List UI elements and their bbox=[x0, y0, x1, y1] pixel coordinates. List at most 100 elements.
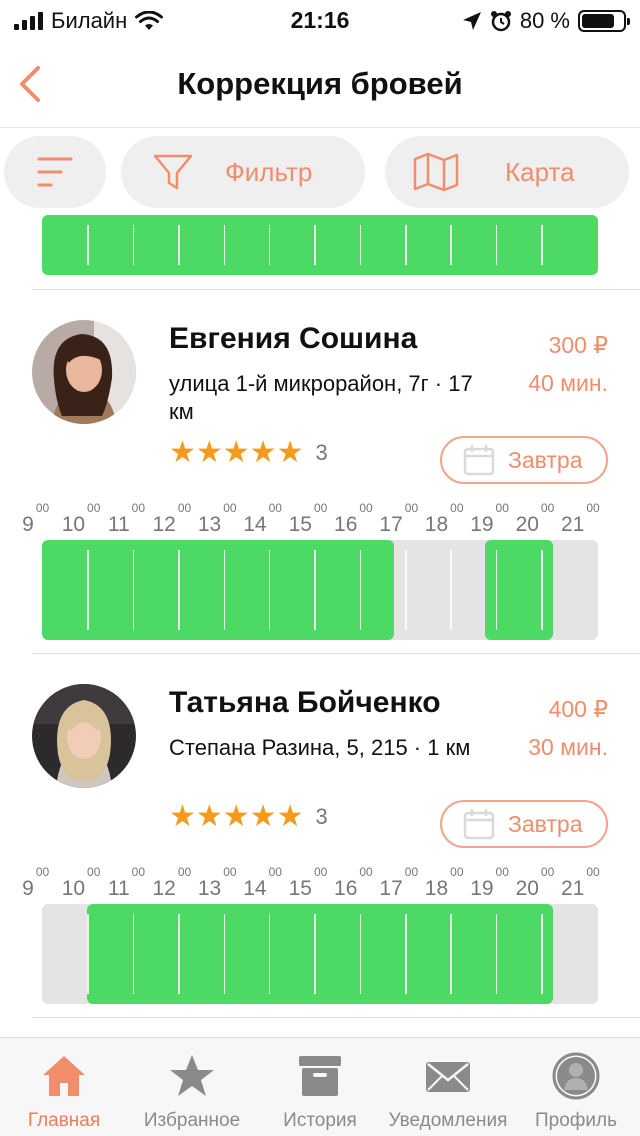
minutes-label: 00 bbox=[177, 501, 192, 515]
minutes-label: 00 bbox=[35, 865, 50, 879]
tab-label: Профиль bbox=[534, 1110, 618, 1131]
hour-tick bbox=[450, 225, 452, 265]
divider bbox=[32, 1017, 640, 1018]
hour-label: 18 00 bbox=[424, 865, 464, 900]
hour-tick bbox=[359, 550, 362, 630]
hour-label: 21 00 bbox=[560, 501, 600, 536]
hour-label: 21 00 bbox=[560, 865, 600, 900]
minutes-label: 00 bbox=[131, 865, 146, 879]
master-card[interactable]: Евгения Сошина улица 1-й микрорайон, 7г … bbox=[0, 290, 640, 654]
tab-home[interactable]: Главная bbox=[0, 1038, 128, 1136]
minutes-label: 00 bbox=[450, 501, 464, 515]
hour-label: 12 00 bbox=[152, 865, 192, 900]
avatar bbox=[32, 684, 136, 788]
rating: ★★★★★ 3 bbox=[169, 802, 328, 832]
calendar-icon bbox=[463, 445, 495, 476]
map-button[interactable]: Карта bbox=[385, 136, 629, 208]
hour-scale: 9 00 10 00 11 00 12 00 13 00 14 00 15 00 16 00 17 00 18 00 1… bbox=[0, 500, 640, 540]
alarm-clock-icon bbox=[490, 11, 511, 32]
master-name[interactable]: Евгения Сошина bbox=[169, 322, 417, 356]
minutes-label: 00 bbox=[359, 501, 373, 515]
hour-tick bbox=[495, 914, 498, 994]
hour-label: 9 00 bbox=[22, 865, 50, 900]
hour-tick bbox=[223, 914, 226, 994]
date-button[interactable]: Завтра bbox=[440, 800, 608, 848]
minutes-label: 00 bbox=[223, 865, 237, 879]
hour-tick bbox=[268, 914, 271, 994]
reviews-count: 3 bbox=[315, 440, 328, 465]
hour-tick bbox=[405, 914, 407, 994]
hour-label: 19 00 bbox=[470, 865, 509, 900]
hour-label: 14 00 bbox=[243, 501, 282, 536]
hour-tick bbox=[87, 914, 89, 994]
service-duration: 40 мин. bbox=[528, 370, 608, 396]
reviews-count: 3 bbox=[315, 804, 328, 829]
minutes-label: 00 bbox=[586, 501, 600, 515]
home-icon bbox=[43, 1056, 85, 1096]
filter-button[interactable]: Фильтр bbox=[121, 136, 365, 208]
minutes-label: 00 bbox=[268, 501, 282, 515]
masters-list[interactable]: Евгения Сошина улица 1-й микрорайон, 7г … bbox=[0, 215, 640, 1037]
tab-label: История bbox=[283, 1110, 357, 1131]
funnel-icon bbox=[153, 154, 193, 190]
hour-tick bbox=[359, 225, 362, 265]
hour-tick bbox=[223, 550, 226, 630]
hour-label: 11 00 bbox=[107, 865, 146, 900]
hour-label: 17 00 bbox=[379, 501, 419, 536]
date-label: Завтра bbox=[508, 446, 583, 473]
schedule-timeline[interactable] bbox=[42, 540, 598, 640]
hour-label: 17 00 bbox=[379, 865, 419, 900]
rating: ★★★★★ 3 bbox=[169, 438, 328, 468]
tab-notifications[interactable]: Уведомления bbox=[384, 1038, 512, 1136]
hour-tick bbox=[87, 225, 89, 265]
hour-label: 16 00 bbox=[334, 501, 373, 536]
filter-label: Фильтр bbox=[225, 156, 313, 187]
hour-label: 14 00 bbox=[243, 865, 282, 900]
hour-label: 13 00 bbox=[197, 501, 237, 536]
hour-label: 13 00 bbox=[197, 865, 237, 900]
hour-tick bbox=[132, 914, 135, 994]
envelope-icon bbox=[426, 1062, 470, 1092]
location-arrow-icon bbox=[462, 12, 481, 30]
tab-bar: Главная Избранное История Уведомления Пр… bbox=[0, 1037, 640, 1136]
service-price: 300 ₽ bbox=[548, 332, 608, 358]
minutes-label: 00 bbox=[540, 865, 555, 879]
available-slot[interactable] bbox=[42, 540, 394, 640]
hour-label: 9 00 bbox=[22, 501, 50, 536]
hour-tick bbox=[359, 914, 362, 994]
hour-tick bbox=[495, 550, 498, 630]
minutes-label: 00 bbox=[313, 501, 328, 515]
hour-label: 15 00 bbox=[288, 501, 328, 536]
date-button[interactable]: Завтра bbox=[440, 436, 608, 484]
hour-scale: 9 00 10 00 11 00 12 00 13 00 14 00 15 00 16 00 17 00 18 00 1… bbox=[0, 864, 640, 904]
tab-profile[interactable]: Профиль bbox=[512, 1038, 640, 1136]
master-name[interactable]: Татьяна Бойченко bbox=[169, 686, 441, 720]
minutes-label: 00 bbox=[404, 865, 419, 879]
status-bar: Билайн 21:16 80 % bbox=[0, 0, 640, 40]
sort-button[interactable] bbox=[4, 136, 106, 208]
available-slot[interactable] bbox=[87, 904, 553, 1004]
master-card[interactable]: Татьяна Бойченко Степана Разина, 5, 215 … bbox=[0, 654, 640, 1018]
tab-label: Уведомления bbox=[388, 1110, 508, 1131]
map-label: Карта bbox=[505, 156, 575, 187]
tab-history[interactable]: История bbox=[256, 1038, 384, 1136]
date-label: Завтра bbox=[508, 810, 583, 837]
battery-icon bbox=[578, 10, 630, 32]
minutes-label: 00 bbox=[177, 865, 192, 879]
hour-tick bbox=[268, 225, 271, 265]
hour-tick bbox=[132, 225, 135, 265]
master-address: улица 1-й микрорайон, 7г · 17 км bbox=[169, 371, 473, 424]
hour-tick bbox=[87, 550, 89, 630]
archive-box-icon bbox=[299, 1056, 341, 1096]
navigation-bar: Коррекция бровей bbox=[0, 40, 640, 128]
schedule-timeline[interactable] bbox=[42, 215, 598, 275]
user-profile-icon bbox=[552, 1052, 600, 1100]
schedule-timeline[interactable] bbox=[42, 904, 598, 1004]
minutes-label: 00 bbox=[313, 865, 328, 879]
minutes-label: 00 bbox=[359, 865, 373, 879]
hour-label: 16 00 bbox=[334, 865, 373, 900]
hour-tick bbox=[405, 225, 407, 265]
tab-favorites[interactable]: Избранное bbox=[128, 1038, 256, 1136]
hour-tick bbox=[178, 550, 180, 630]
filter-toolbar: Фильтр Карта bbox=[0, 129, 640, 215]
